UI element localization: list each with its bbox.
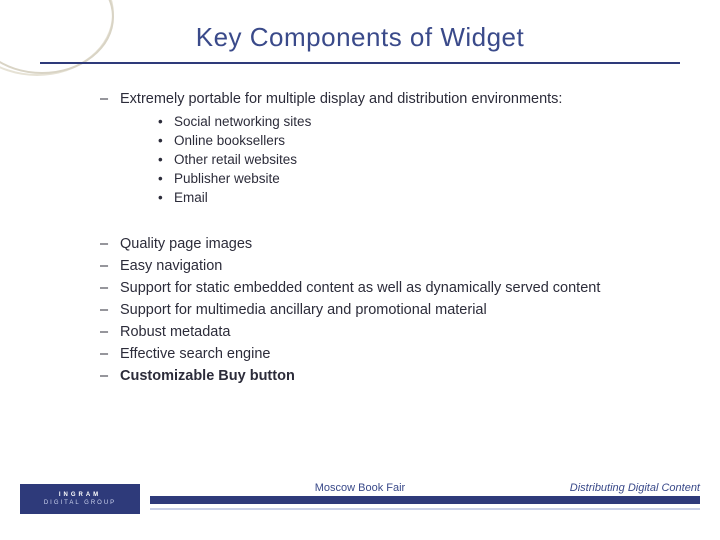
content-area: Extremely portable for multiple display … [100, 90, 660, 389]
list-item: Email [158, 190, 660, 207]
list-item: Online booksellers [158, 133, 660, 150]
main-bullet-list: Quality page images Easy navigation Supp… [100, 235, 660, 386]
list-item-text: Email [174, 190, 208, 205]
list-item: Robust metadata [100, 323, 660, 341]
list-item: Effective search engine [100, 345, 660, 363]
slide-title: Key Components of Widget [0, 22, 720, 53]
slide: Key Components of Widget Extremely porta… [0, 0, 720, 540]
sub-bullet-list: Social networking sites Online bookselle… [158, 114, 660, 206]
list-item: Extremely portable for multiple display … [100, 90, 660, 207]
list-item: Other retail websites [158, 152, 660, 169]
footer-right-text: Distributing Digital Content [570, 482, 700, 494]
list-item-text: Robust metadata [120, 324, 230, 340]
list-item-text: Support for static embedded content as w… [120, 280, 600, 296]
list-item: Quality page images [100, 235, 660, 253]
footer: INGRAM DIGITAL GROUP Moscow Book Fair Di… [20, 482, 700, 516]
list-item: Easy navigation [100, 257, 660, 275]
list-item-text: Online booksellers [174, 133, 285, 148]
list-item: Support for static embedded content as w… [100, 279, 660, 297]
intro-list: Extremely portable for multiple display … [100, 90, 660, 207]
list-item: Support for multimedia ancillary and pro… [100, 301, 660, 319]
list-item-text: Extremely portable for multiple display … [120, 91, 562, 107]
logo-line2: DIGITAL GROUP [44, 500, 116, 506]
title-underline [40, 62, 680, 64]
list-item-text: Quality page images [120, 236, 252, 252]
list-item-text: Easy navigation [120, 258, 222, 274]
list-item-text: Other retail websites [174, 152, 297, 167]
list-item-text: Social networking sites [174, 114, 311, 129]
footer-bar [150, 496, 700, 504]
list-item-text: Customizable Buy button [120, 368, 295, 384]
list-item-text: Effective search engine [120, 346, 270, 362]
list-item: Social networking sites [158, 114, 660, 131]
footer-bar-accent [150, 508, 700, 510]
list-item-text: Support for multimedia ancillary and pro… [120, 302, 487, 318]
list-item-text: Publisher website [174, 171, 280, 186]
list-item: Customizable Buy button [100, 367, 660, 385]
list-item: Publisher website [158, 171, 660, 188]
